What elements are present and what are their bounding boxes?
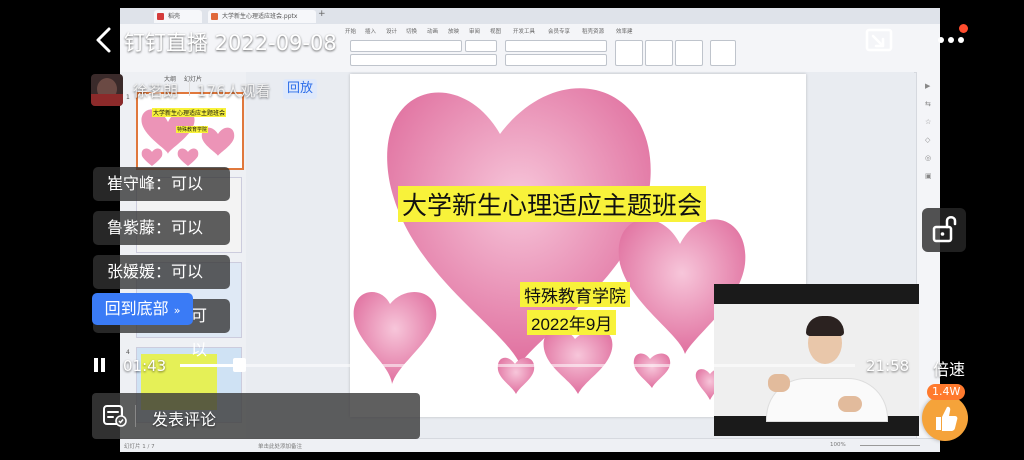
comment-item: 崔守峰：可以: [93, 167, 230, 201]
unlock-icon: [932, 216, 957, 243]
progress-track[interactable]: [180, 364, 855, 367]
pause-icon[interactable]: [94, 358, 106, 372]
notes-placeholder[interactable]: 单击此处添加备注: [258, 442, 302, 450]
divider: [135, 405, 136, 427]
tool-icon[interactable]: ⇆: [925, 100, 931, 108]
back-to-bottom-button[interactable]: 回到底部 »: [92, 293, 193, 325]
zoom-level[interactable]: 100%: [830, 442, 846, 448]
docer-icon: [157, 13, 164, 20]
comment-settings-icon[interactable]: [102, 404, 128, 428]
comment-item: 鲁紫藤：可以: [93, 211, 230, 245]
speed-button[interactable]: 倍速: [933, 356, 965, 380]
ribbon-tab[interactable]: 会员专享: [548, 27, 570, 35]
status-bar: 幻灯片 1 / 7 单击此处添加备注 100%: [120, 438, 940, 452]
tab-pptx[interactable]: 大学新生心理适应班会.pptx: [208, 10, 316, 23]
tab-label: 稻壳: [168, 13, 181, 20]
slide-school: 特殊教育学院: [520, 282, 630, 307]
slide-title: 大学新生心理适应主题班会: [398, 186, 707, 222]
arrange-button[interactable]: [645, 40, 673, 66]
more-menu-icon[interactable]: [938, 36, 968, 44]
notification-dot: [959, 24, 968, 33]
ribbon-tab[interactable]: 切换: [406, 27, 417, 35]
font-format-toolbar[interactable]: [350, 54, 497, 66]
tool-icon[interactable]: ▣: [925, 172, 932, 180]
comment-text: 崔守峰：可以: [107, 174, 204, 193]
shape-button[interactable]: [675, 40, 703, 66]
thumb-title: 大学新生心理适应主题班会: [152, 108, 227, 117]
ribbon-tab[interactable]: 稻壳资源: [582, 27, 604, 35]
find-button[interactable]: [710, 40, 736, 66]
zoom-slider[interactable]: [860, 445, 920, 446]
total-time: 21:58: [866, 357, 910, 375]
thumb-number: 1: [126, 94, 130, 101]
ribbon-tab[interactable]: 设计: [386, 27, 397, 35]
ribbon-tab[interactable]: 视图: [490, 27, 501, 35]
screen-cast-icon[interactable]: [864, 27, 894, 55]
font-size-select[interactable]: [465, 40, 497, 52]
thumbs-up-icon: [936, 406, 958, 431]
viewer-count: 176人观看: [197, 82, 271, 100]
textbox-button[interactable]: [615, 40, 643, 66]
ribbon-tab[interactable]: 效率建: [616, 27, 633, 35]
tool-icon[interactable]: ◎: [925, 154, 931, 162]
thumb-subtitle: 特殊教育学院: [176, 126, 209, 133]
tool-icon[interactable]: ◇: [925, 136, 930, 144]
mid-heart: [543, 329, 613, 394]
paragraph-toolbar[interactable]: [505, 40, 607, 52]
comment-text: 鲁紫藤：可以: [107, 218, 204, 237]
left-heart: [353, 292, 437, 384]
tool-icon[interactable]: ☆: [925, 118, 931, 126]
slide-counter: 幻灯片 1 / 7: [124, 444, 155, 450]
slide-date: 2022年9月: [527, 310, 617, 335]
thumb-number: 4: [126, 349, 130, 356]
avatar[interactable]: [91, 74, 123, 106]
ribbon-tab[interactable]: 开始: [345, 27, 356, 35]
presenter-hand: [768, 374, 790, 392]
replay-badge: 回放: [283, 79, 318, 99]
comment-text: 可以: [191, 306, 208, 359]
progress-fill: [180, 364, 233, 367]
ribbon-tab[interactable]: 审阅: [469, 27, 480, 35]
tab-label: 大学新生心理适应班会.pptx: [222, 13, 298, 20]
progress-handle[interactable]: [232, 358, 246, 372]
live-title: 钉钉直播 2022-09-08: [124, 31, 337, 55]
screen-lock-button[interactable]: [922, 208, 966, 252]
comment-item: 张媛媛：可以: [93, 255, 230, 289]
ribbon-tab[interactable]: 放映: [448, 27, 459, 35]
like-count: 1.4W: [927, 384, 966, 400]
ribbon-tab[interactable]: 插入: [365, 27, 376, 35]
host-name: 徐茗朗: [133, 82, 179, 100]
divider: [189, 82, 190, 96]
slide-thumbnail-1[interactable]: 大学新生心理适应主题班会 特殊教育学院: [136, 92, 244, 170]
chevron-down-icon: »: [173, 304, 181, 317]
current-time: 01:43: [123, 357, 167, 375]
paragraph-toolbar-2[interactable]: [505, 54, 607, 66]
presenter-hair: [806, 316, 844, 336]
comment-bar[interactable]: 发表评论: [92, 393, 420, 439]
small-heart-2: [633, 353, 671, 388]
tab-docer[interactable]: 稻壳: [154, 10, 202, 23]
presenter-hand: [838, 396, 862, 412]
back-arrow-icon[interactable]: [92, 26, 116, 54]
comment-input[interactable]: 发表评论: [152, 406, 216, 430]
ribbon-tab[interactable]: 开发工具: [513, 27, 535, 35]
tool-icon[interactable]: ▶: [925, 82, 930, 90]
pptx-file-icon: [211, 13, 218, 20]
font-name-select[interactable]: [350, 40, 462, 52]
back-to-bottom-label: 回到底部: [104, 299, 169, 318]
browser-tab-bar: 稻壳 大学新生心理适应班会.pptx +: [120, 8, 940, 24]
like-button[interactable]: [922, 395, 968, 441]
new-tab-icon[interactable]: +: [318, 9, 326, 19]
ribbon-tab[interactable]: 动画: [427, 27, 438, 35]
comment-text: 张媛媛：可以: [107, 262, 204, 281]
